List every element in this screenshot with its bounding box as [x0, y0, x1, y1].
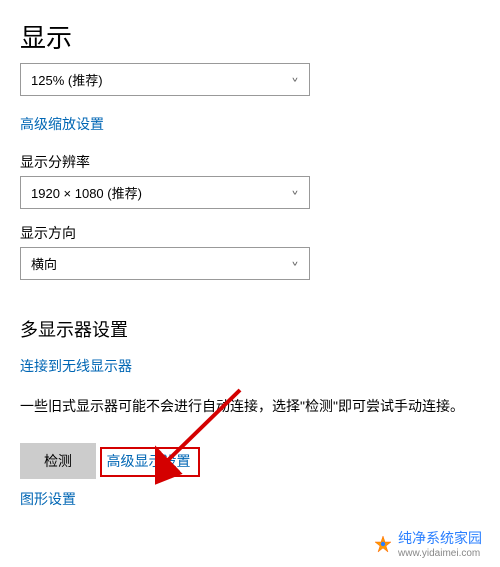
multi-display-title: 多显示器设置 — [20, 316, 480, 342]
advanced-display-settings-link[interactable]: 高级显示设置 — [106, 451, 190, 471]
orientation-dropdown-value: 横向 — [31, 254, 57, 273]
resolution-dropdown[interactable]: 1920 × 1080 (推荐) ∨ — [20, 176, 310, 209]
footer-brand-text: 纯净系统家园 — [398, 528, 482, 548]
chevron-down-icon: ∨ — [291, 189, 299, 197]
orientation-dropdown[interactable]: 横向 ∨ — [20, 247, 310, 280]
resolution-label: 显示分辨率 — [20, 152, 480, 172]
scale-dropdown[interactable]: 125% (推荐) ∨ — [20, 63, 310, 96]
advanced-scaling-link[interactable]: 高级缩放设置 — [20, 114, 104, 134]
footer-brand: 纯净系统家园 www.yidaimei.com — [374, 528, 482, 559]
orientation-label: 显示方向 — [20, 223, 480, 243]
footer-logo-icon — [374, 535, 392, 553]
detect-button[interactable]: 检测 — [20, 443, 96, 479]
page-title: 显示 — [20, 18, 480, 55]
advanced-display-highlight: 高级显示设置 — [100, 447, 200, 477]
scale-dropdown-value: 125% (推荐) — [31, 70, 103, 89]
multi-display-description: 一些旧式显示器可能不会进行自动连接，选择"检测"即可尝试手动连接。 — [20, 396, 480, 417]
graphics-settings-link[interactable]: 图形设置 — [20, 489, 76, 509]
chevron-down-icon: ∨ — [291, 260, 299, 268]
resolution-dropdown-value: 1920 × 1080 (推荐) — [31, 183, 142, 202]
chevron-down-icon: ∨ — [291, 76, 299, 84]
footer-url: www.yidaimei.com — [398, 548, 482, 559]
connect-wireless-display-link[interactable]: 连接到无线显示器 — [20, 356, 132, 376]
